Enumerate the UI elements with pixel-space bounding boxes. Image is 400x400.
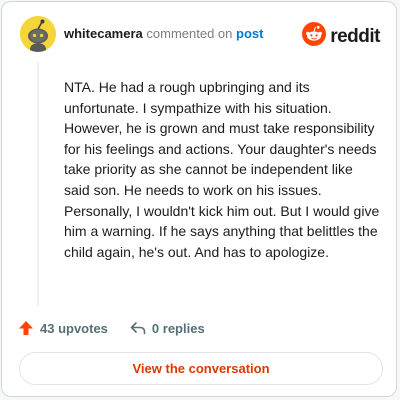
reddit-comment-card: whitecamera commented on post reddit NTA…	[1, 1, 397, 397]
upvote-count: 43 upvotes	[40, 320, 108, 336]
reply-arrow-icon	[130, 320, 146, 336]
reddit-logo-icon	[302, 22, 327, 51]
reddit-wordmark: reddit	[330, 25, 380, 47]
comment-header: whitecamera commented on post reddit	[2, 2, 396, 62]
snoo-avatar-icon[interactable]	[20, 16, 56, 52]
comment-footer: 43 upvotes 0 replies	[18, 320, 205, 336]
comment-attribution: whitecamera commented on post	[64, 26, 263, 41]
username-link[interactable]: whitecamera	[64, 26, 143, 41]
upvote-button[interactable]: 43 upvotes	[18, 320, 108, 336]
reply-button[interactable]: 0 replies	[130, 320, 205, 336]
comment-body: NTA. He had a rough upbringing and its u…	[64, 79, 380, 260]
upvote-arrow-icon	[18, 320, 34, 336]
reply-count: 0 replies	[151, 320, 205, 336]
thread-line	[37, 62, 39, 306]
action-text: commented on	[146, 26, 233, 41]
reddit-brand[interactable]: reddit	[302, 22, 380, 51]
post-link[interactable]: post	[236, 26, 263, 41]
view-conversation-button[interactable]: View the conversation	[19, 352, 383, 385]
